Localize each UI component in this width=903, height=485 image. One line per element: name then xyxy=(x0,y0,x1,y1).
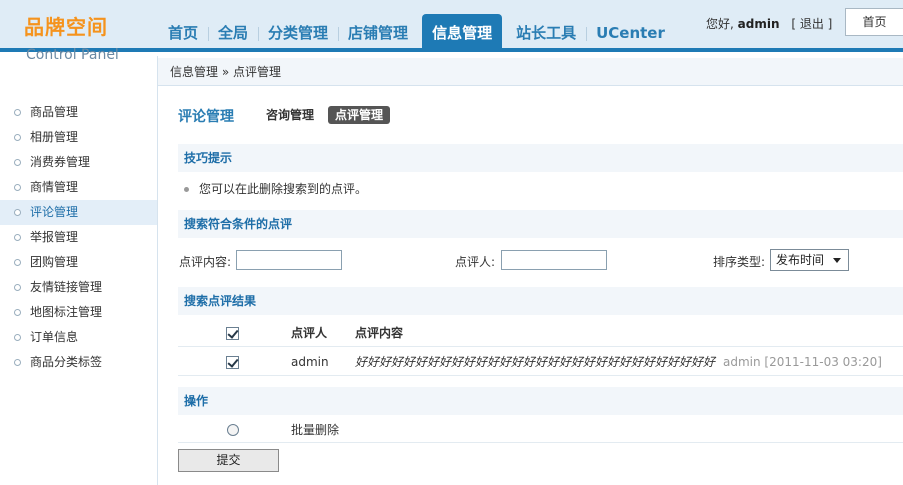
row-checkbox[interactable] xyxy=(226,356,239,369)
bullet-icon xyxy=(14,159,21,166)
tip-text: 您可以在此删除搜索到的点评。 xyxy=(199,182,368,196)
bullet-icon xyxy=(14,209,21,216)
logo-brand: 品牌空间 xyxy=(24,15,108,39)
search-heading: 搜索符合条件的点评 xyxy=(178,210,903,238)
bullet-icon xyxy=(184,187,189,192)
tab-review[interactable]: 点评管理 xyxy=(328,106,391,124)
submit-button[interactable]: 提交 xyxy=(178,449,279,472)
sidebar-item-links[interactable]: 友情链接管理 xyxy=(0,275,157,300)
table-row: admin 好好好好好好好好好好好好好好好好好好好好好好好好好好好好好好 admi… xyxy=(178,348,903,376)
content-label: 点评内容: xyxy=(179,255,232,269)
nav-item-ucenter[interactable]: UCenter xyxy=(586,14,675,52)
username: admin xyxy=(737,17,780,31)
bullet-icon xyxy=(14,359,21,366)
nav-item-home[interactable]: 首页 xyxy=(158,14,208,52)
sidebar-item-label: 商品管理 xyxy=(30,105,79,119)
nav-item-global[interactable]: 全局 xyxy=(208,14,258,52)
sidebar-item-label: 举报管理 xyxy=(30,230,79,244)
tab-consult[interactable]: 咨询管理 xyxy=(259,106,321,124)
top-header: 品牌空间 首页 全局 分类管理 店铺管理 信息管理 站长工具 UCenter 您… xyxy=(0,0,903,52)
sidebar-item-label: 消费券管理 xyxy=(30,155,91,169)
bullet-icon xyxy=(14,334,21,341)
sidebar-item-label: 评论管理 xyxy=(30,205,79,219)
bullet-icon xyxy=(14,259,21,266)
sidebar-item-albums[interactable]: 相册管理 xyxy=(0,125,157,150)
batch-delete-row: 批量删除 xyxy=(178,417,903,443)
row-content: 好好好好好好好好好好好好好好好好好好好好好好好好好好好好好好 admin [201… xyxy=(355,348,882,376)
sidebar: 商品管理 相册管理 消费券管理 商情管理 评论管理 举报管理 团购管理 友情链接… xyxy=(0,56,158,485)
select-all-checkbox[interactable] xyxy=(226,327,239,340)
batch-delete-radio[interactable] xyxy=(227,424,239,436)
sidebar-item-coupons[interactable]: 消费券管理 xyxy=(0,150,157,175)
nav-item-shop[interactable]: 店铺管理 xyxy=(338,14,418,52)
sidebar-item-label: 地图标注管理 xyxy=(30,305,103,319)
sidebar-item-label: 订单信息 xyxy=(30,330,79,344)
sort-select[interactable]: 发布时间 xyxy=(770,249,849,271)
sort-selected-value: 发布时间 xyxy=(776,253,825,267)
table-header-row: 点评人 点评内容 xyxy=(178,319,903,347)
column-header-reviewer: 点评人 xyxy=(291,326,328,340)
sidebar-item-label: 友情链接管理 xyxy=(30,280,103,294)
sidebar-item-label: 团购管理 xyxy=(30,255,79,269)
content-search-input[interactable] xyxy=(236,250,342,270)
sidebar-item-category-tags[interactable]: 商品分类标签 xyxy=(0,350,157,375)
sidebar-item-label: 商情管理 xyxy=(30,180,79,194)
operations-heading: 操作 xyxy=(178,387,903,415)
row-reviewer: admin xyxy=(291,355,329,369)
row-meta: admin [2011-11-03 03:20] xyxy=(723,355,882,369)
logout-link[interactable]: [ 退出 ] xyxy=(791,17,832,31)
nav-item-category[interactable]: 分类管理 xyxy=(258,14,338,52)
sidebar-item-orders[interactable]: 订单信息 xyxy=(0,325,157,350)
main-content: 信息管理 » 点评管理 评论管理 咨询管理 点评管理 技巧提示 您可以在此删除搜… xyxy=(158,56,903,485)
sidebar-item-group-buy[interactable]: 团购管理 xyxy=(0,250,157,275)
user-bar: 您好, admin [ 退出 ] xyxy=(706,15,832,32)
logo: 品牌空间 xyxy=(0,0,158,52)
sidebar-item-reports[interactable]: 举报管理 xyxy=(0,225,157,250)
sidebar-item-products[interactable]: 商品管理 xyxy=(0,100,157,125)
tip-text-line: 您可以在此删除搜索到的点评。 xyxy=(184,180,367,197)
bullet-icon xyxy=(14,109,21,116)
greeting-text: 您好, xyxy=(706,17,734,31)
sidebar-item-label: 相册管理 xyxy=(30,130,79,144)
nav-item-info[interactable]: 信息管理 xyxy=(422,14,503,52)
results-heading: 搜索点评结果 xyxy=(178,287,903,315)
column-header-content: 点评内容 xyxy=(355,326,404,340)
bullet-icon xyxy=(14,134,21,141)
main-nav: 首页 全局 分类管理 店铺管理 信息管理 站长工具 UCenter xyxy=(158,14,675,52)
tips-heading: 技巧提示 xyxy=(178,144,903,172)
sidebar-item-label: 商品分类标签 xyxy=(30,355,103,369)
reviewer-label: 点评人: xyxy=(455,255,496,269)
logo-subtitle: Control Panel xyxy=(26,47,119,63)
row-content-text: 好好好好好好好好好好好好好好好好好好好好好好好好好好好好好好 xyxy=(355,355,716,369)
bullet-icon xyxy=(14,184,21,191)
chevron-down-icon xyxy=(833,258,841,263)
breadcrumb: 信息管理 » 点评管理 xyxy=(158,58,903,86)
bullet-icon xyxy=(14,309,21,316)
sidebar-item-business-info[interactable]: 商情管理 xyxy=(0,175,157,200)
batch-delete-label: 批量删除 xyxy=(291,423,340,437)
home-button[interactable]: 首页 xyxy=(845,8,903,36)
sidebar-item-comments[interactable]: 评论管理 xyxy=(0,200,157,225)
bullet-icon xyxy=(14,284,21,291)
sort-label: 排序类型: xyxy=(713,255,766,269)
reviewer-search-input[interactable] xyxy=(501,250,607,270)
bullet-icon xyxy=(14,234,21,241)
nav-item-tools[interactable]: 站长工具 xyxy=(506,14,586,52)
sidebar-item-map-marks[interactable]: 地图标注管理 xyxy=(0,300,157,325)
page-title: 评论管理 xyxy=(178,109,234,125)
